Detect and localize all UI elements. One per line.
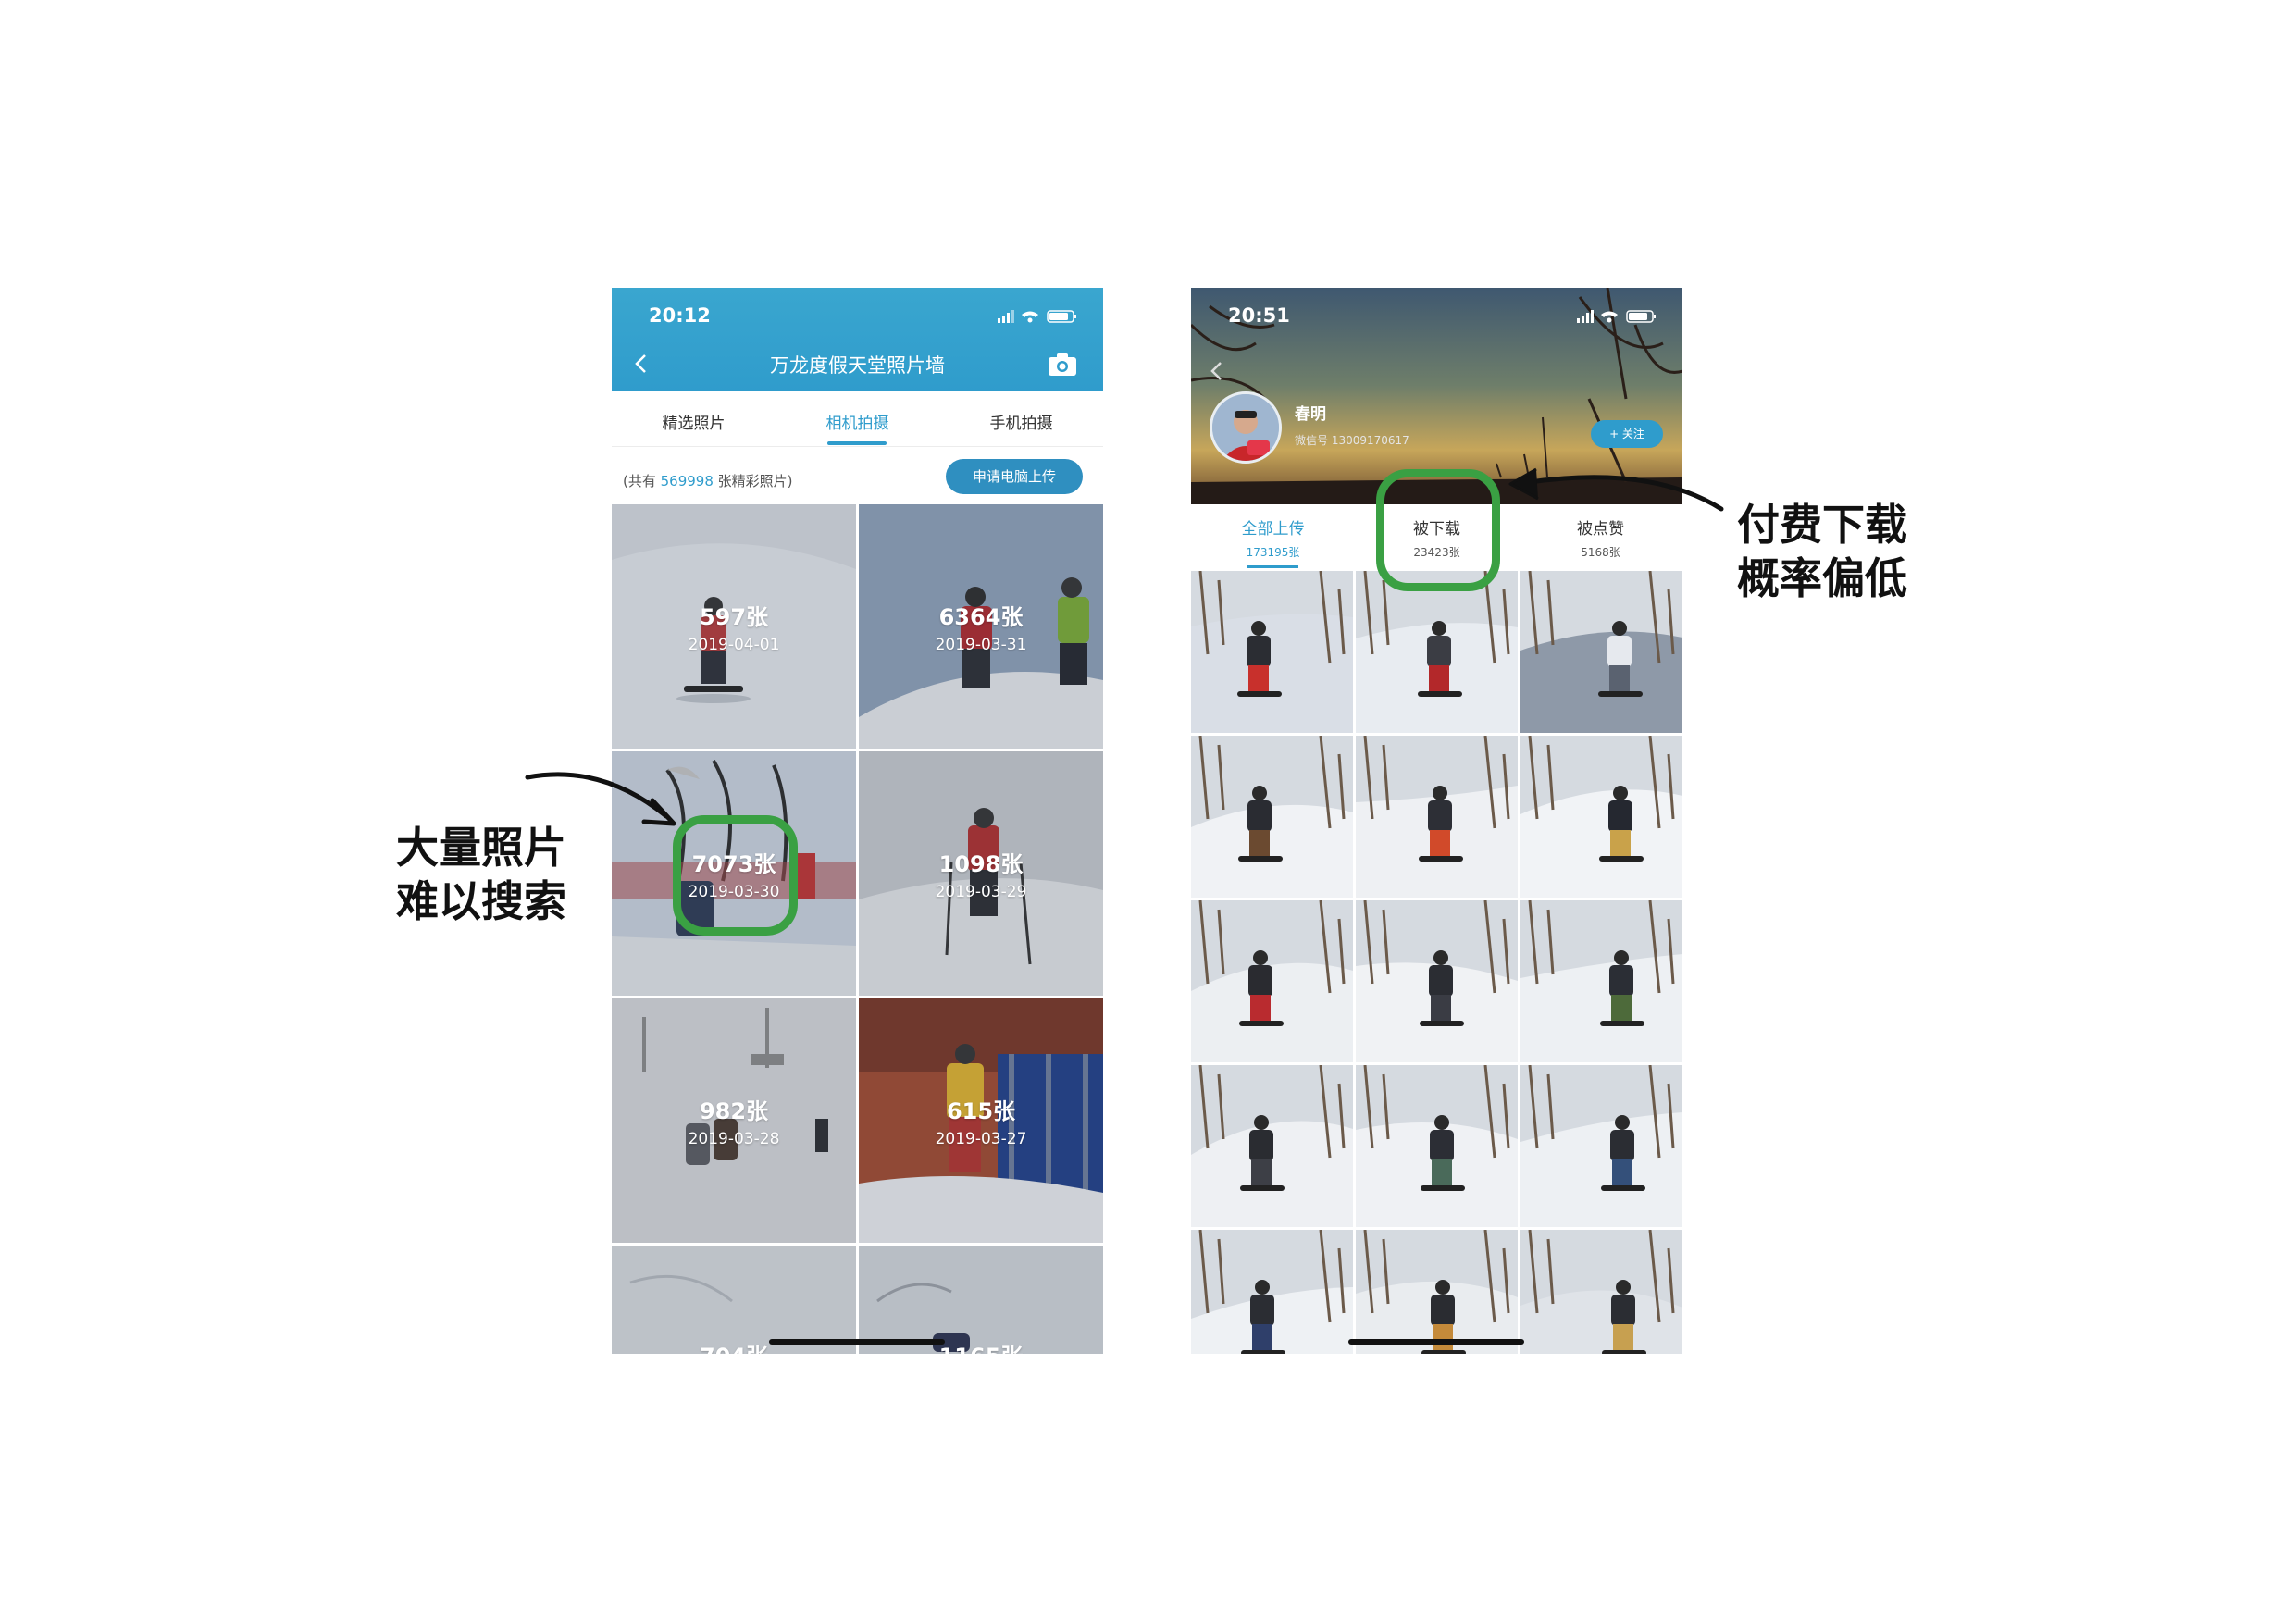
album-card[interactable]: 1165张 bbox=[859, 1246, 1103, 1354]
avatar[interactable] bbox=[1210, 391, 1282, 464]
photo-thumbnail[interactable] bbox=[1356, 900, 1518, 1062]
right-phone-screen: 20:51 春明 微信号 13009170617 + 关注 全部上传 17319… bbox=[1191, 288, 1682, 1354]
photo-summary-text: (共有 569998 张精彩照片) bbox=[623, 471, 793, 490]
photo-thumbnail[interactable] bbox=[1191, 1065, 1353, 1227]
annotation-line: 难以搜索 bbox=[396, 876, 566, 926]
photo-thumbnail[interactable] bbox=[1191, 736, 1353, 898]
photo-thumbnail[interactable] bbox=[1191, 900, 1353, 1062]
tab-count: 173195张 bbox=[1246, 546, 1300, 559]
photo-thumbnail[interactable] bbox=[1191, 1230, 1353, 1354]
photo-image bbox=[1356, 900, 1518, 1062]
wechat-id: 微信号 13009170617 bbox=[1295, 434, 1409, 447]
album-card[interactable]: 6364张 2019-03-31 bbox=[859, 504, 1103, 749]
photo-total-count: 569998 bbox=[660, 473, 714, 490]
photo-thumbnail[interactable] bbox=[1520, 900, 1682, 1062]
album-card[interactable]: 1098张 2019-03-29 bbox=[859, 751, 1103, 996]
photo-image bbox=[1356, 1230, 1518, 1354]
home-indicator bbox=[769, 1339, 945, 1345]
album-photo-count: 597张 bbox=[699, 604, 769, 630]
photo-image bbox=[1520, 1230, 1682, 1354]
photo-image bbox=[1520, 1065, 1682, 1227]
annotation-arrow-left bbox=[525, 772, 676, 826]
photo-grid bbox=[1191, 571, 1682, 1354]
album-date: 2019-03-28 bbox=[688, 1130, 780, 1148]
photo-image bbox=[1191, 736, 1353, 898]
status-icons bbox=[998, 310, 1076, 323]
photo-source-tabs: 精选照片 相机拍摄 手机拍摄 bbox=[612, 391, 1103, 447]
photo-image bbox=[1520, 571, 1682, 733]
active-tab-indicator bbox=[827, 441, 887, 445]
page-title: 万龙度假天堂照片墙 bbox=[770, 354, 945, 377]
album-date: 2019-04-01 bbox=[688, 636, 780, 654]
photo-image bbox=[1520, 736, 1682, 898]
photo-thumbnail[interactable] bbox=[1356, 736, 1518, 898]
tab-count: 5168张 bbox=[1581, 546, 1620, 559]
album-date: 2019-03-29 bbox=[935, 883, 1027, 901]
active-tab-indicator bbox=[1247, 565, 1298, 568]
photo-thumbnail[interactable] bbox=[1356, 1065, 1518, 1227]
highlight-box-downloaded-tab bbox=[1376, 469, 1500, 591]
highlight-box-album-count bbox=[673, 815, 798, 936]
avatar-photo bbox=[1212, 394, 1279, 461]
album-card[interactable]: 704张 bbox=[612, 1246, 856, 1354]
camera-icon[interactable] bbox=[1048, 353, 1077, 377]
album-date: 2019-03-31 bbox=[935, 636, 1027, 654]
photo-thumbnail[interactable] bbox=[1356, 571, 1518, 733]
photo-thumbnail[interactable] bbox=[1356, 1230, 1518, 1354]
follow-button[interactable]: + 关注 bbox=[1591, 420, 1663, 448]
photo-thumbnail[interactable] bbox=[1191, 571, 1353, 733]
status-time: 20:12 bbox=[649, 304, 711, 327]
summary-prefix: (共有 bbox=[623, 473, 661, 490]
album-card[interactable]: 615张 2019-03-27 bbox=[859, 998, 1103, 1243]
photo-image bbox=[1356, 736, 1518, 898]
tab-featured-photos[interactable]: 精选照片 bbox=[612, 410, 776, 433]
tab-phone-photos[interactable]: 手机拍摄 bbox=[939, 410, 1103, 433]
album-photo-count: 615张 bbox=[946, 1098, 1016, 1124]
tab-all-uploads[interactable]: 全部上传 173195张 bbox=[1191, 504, 1355, 571]
status-bar: 20:51 bbox=[1191, 288, 1682, 343]
summary-suffix: 张精彩照片) bbox=[713, 473, 793, 490]
annotation-line: 付费下载 bbox=[1737, 500, 1907, 550]
back-icon[interactable] bbox=[1208, 360, 1226, 382]
album-photo-count: 1098张 bbox=[938, 851, 1024, 877]
apply-pc-upload-button[interactable]: 申请电脑上传 bbox=[946, 459, 1083, 494]
profile-name: 春明 bbox=[1295, 405, 1326, 424]
tab-label: 全部上传 bbox=[1241, 520, 1305, 539]
annotation-right-note: 付费下载 概率偏低 bbox=[1737, 498, 1907, 605]
album-photo-count: 982张 bbox=[699, 1098, 769, 1124]
photo-image bbox=[1191, 1230, 1353, 1354]
photo-thumbnail[interactable] bbox=[1520, 736, 1682, 898]
photo-thumbnail[interactable] bbox=[1520, 1230, 1682, 1354]
status-bar: 20:12 bbox=[612, 288, 1103, 343]
annotation-arrow-right bbox=[1508, 467, 1724, 512]
photo-image bbox=[1191, 1065, 1353, 1227]
photo-wall-header: 20:12 万龙度假天堂照片墙 bbox=[612, 288, 1103, 391]
photo-image bbox=[1356, 1065, 1518, 1227]
photo-image bbox=[1356, 571, 1518, 733]
photo-image bbox=[1191, 571, 1353, 733]
album-card[interactable]: 597张 2019-04-01 bbox=[612, 504, 856, 749]
status-icons bbox=[1577, 310, 1656, 323]
album-photo-count: 6364张 bbox=[938, 604, 1024, 630]
status-time: 20:51 bbox=[1228, 304, 1290, 327]
photo-thumbnail[interactable] bbox=[1520, 571, 1682, 733]
home-indicator bbox=[1348, 1339, 1524, 1345]
photo-image bbox=[1191, 900, 1353, 1062]
photo-thumbnail[interactable] bbox=[1520, 1065, 1682, 1227]
annotation-line: 概率偏低 bbox=[1737, 553, 1907, 603]
photo-image bbox=[1520, 900, 1682, 1062]
album-card[interactable]: 982张 2019-03-28 bbox=[612, 998, 856, 1243]
album-date: 2019-03-27 bbox=[935, 1130, 1027, 1148]
tab-camera-photos[interactable]: 相机拍摄 bbox=[776, 410, 939, 433]
